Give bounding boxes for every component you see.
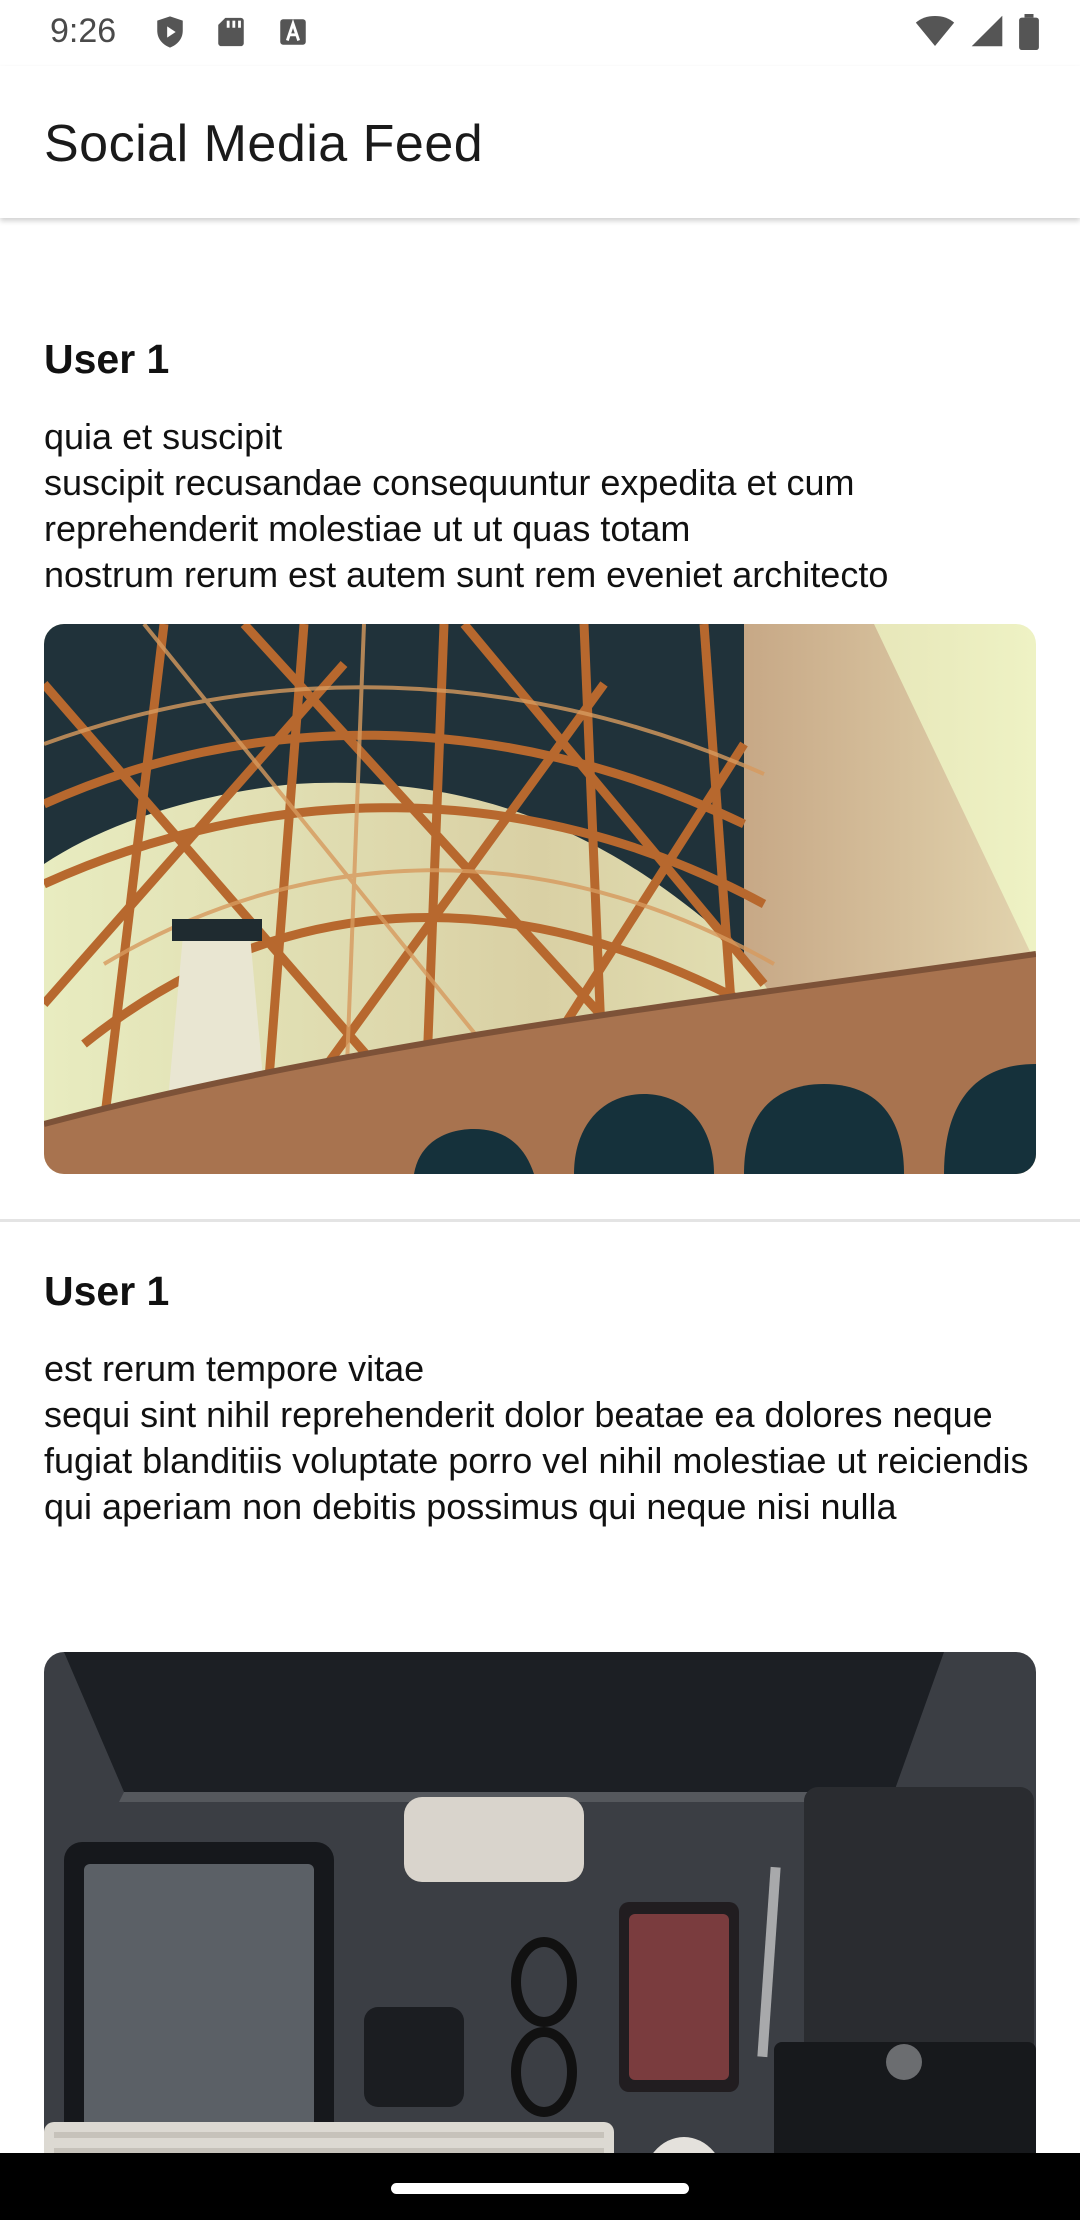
wifi-icon [915,16,955,46]
status-bar: 9:26 [0,0,1080,66]
font-a-icon [276,15,310,49]
post-username: User 1 [44,1268,170,1314]
battery-icon [1019,14,1039,50]
sd-card-icon [214,15,248,49]
shield-play-icon [153,15,187,49]
app-bar: Social Media Feed [0,66,1080,218]
post-image-desk[interactable] [44,1652,1036,2153]
page-title: Social Media Feed [44,115,484,173]
feed-list[interactable]: User 1 quia et suscipit suscipit recusan… [0,218,1080,2153]
status-right-icons [905,14,1040,50]
post-body: sequi sint nihil reprehenderit dolor bea… [44,1394,1029,1527]
post-username: User 1 [44,336,170,382]
system-navigation-bar [0,2153,1080,2220]
post-body: suscipit recusandae consequuntur expedit… [44,462,889,595]
post-title: quia et suscipit [44,416,283,457]
home-gesture-handle[interactable] [391,2183,689,2194]
signal-icon [971,15,1002,47]
post-title: est rerum tempore vitae [44,1348,425,1389]
post-image-bridge[interactable] [44,624,1036,1174]
status-time: 9:26 [50,12,117,50]
post-divider [0,1219,1080,1222]
